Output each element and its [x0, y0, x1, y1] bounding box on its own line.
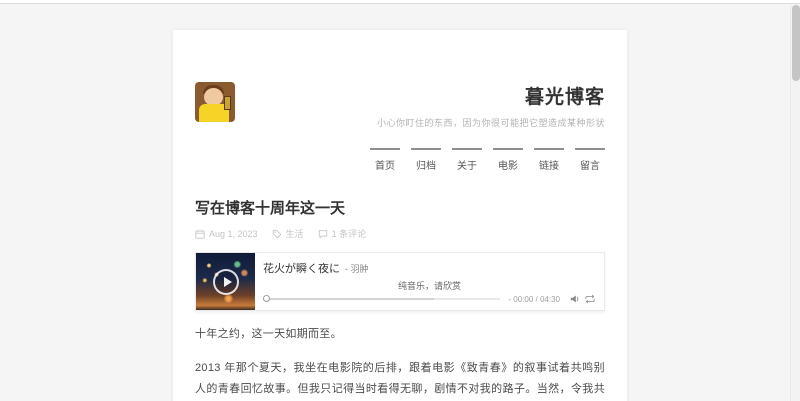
- play-icon[interactable]: [212, 268, 239, 295]
- site-avatar[interactable]: [195, 82, 235, 122]
- song-row: 花火が瞬く夜に - 羽肿: [263, 260, 596, 276]
- song-artist: - 羽肿: [345, 264, 369, 274]
- volume-icon[interactable]: [570, 294, 580, 304]
- player-body: 花火が瞬く夜に - 羽肿 纯音乐，请欣赏 - 00:00 / 04:30: [255, 253, 604, 310]
- progress-loaded: [263, 298, 434, 300]
- post-date-label: Aug 1, 2023: [209, 228, 258, 239]
- site-header: 暮光博客 小心你盯住的东西，因为你很可能把它塑造成某种形状: [195, 82, 605, 129]
- nav-item-archive[interactable]: 归档: [411, 148, 441, 172]
- post-paragraph: 2013 年那个夏天，我坐在电影院的后排，跟着电影《致青春》的叙事试着共鸣别人的…: [195, 362, 605, 395]
- tag-icon: [272, 229, 282, 239]
- post-paragraph: 十年之约，这一天如期而至。: [195, 328, 342, 340]
- blog-card: 暮光博客 小心你盯住的东西，因为你很可能把它塑造成某种形状 首页 归档 关于 电…: [173, 30, 627, 401]
- nav-item-movies[interactable]: 电影: [493, 148, 523, 172]
- nav-item-message[interactable]: 留言: [575, 148, 605, 172]
- calendar-icon: [195, 229, 205, 239]
- site-title[interactable]: 暮光博客: [377, 82, 605, 109]
- avatar-art: [224, 96, 231, 110]
- post-comments[interactable]: 1 条评论: [318, 227, 367, 240]
- time-display: - 00:00 / 04:30: [508, 294, 560, 304]
- comment-icon: [318, 229, 328, 239]
- page-scrollbar[interactable]: [790, 5, 800, 401]
- post-date: Aug 1, 2023: [195, 229, 258, 239]
- post-category-label[interactable]: 生活: [286, 227, 304, 240]
- song-lyric: 纯音乐，请欣赏: [397, 281, 461, 291]
- post-body: 十年之约，这一天如期而至。 2013 年那个夏天，我坐在电影院的后排，跟着电影《…: [195, 324, 605, 401]
- album-art[interactable]: [196, 253, 255, 310]
- player-controller: - 00:00 / 04:30: [263, 294, 596, 304]
- progress-bar[interactable]: [263, 294, 501, 304]
- site-identity: 暮光博客 小心你盯住的东西，因为你很可能把它塑造成某种形状: [377, 82, 605, 129]
- browser-chrome-edge: [0, 0, 800, 4]
- post-meta: Aug 1, 2023 生活 1 条评论: [195, 227, 605, 240]
- post: 写在博客十周年这一天 Aug 1, 2023 生活 1 条评论 花火が瞬く夜に …: [195, 197, 605, 401]
- nav-item-about[interactable]: 关于: [452, 148, 482, 172]
- nav-item-links[interactable]: 链接: [534, 148, 564, 172]
- post-comments-label[interactable]: 1 条评论: [332, 227, 367, 240]
- post-title[interactable]: 写在博客十周年这一天: [195, 197, 605, 218]
- nav-item-home[interactable]: 首页: [370, 148, 400, 172]
- main-nav: 首页 归档 关于 电影 链接 留言: [195, 148, 605, 172]
- site-subtitle: 小心你盯住的东西，因为你很可能把它塑造成某种形状: [376, 118, 605, 128]
- audio-player: 花火が瞬く夜に - 羽肿 纯音乐，请欣赏 - 00:00 / 04:30: [195, 252, 605, 311]
- loop-order-icon[interactable]: [584, 294, 596, 304]
- scrollbar-thumb[interactable]: [792, 5, 800, 81]
- post-category[interactable]: 生活: [272, 227, 304, 240]
- progress-thumb[interactable]: [263, 295, 270, 302]
- song-title: 花火が瞬く夜に: [263, 263, 340, 275]
